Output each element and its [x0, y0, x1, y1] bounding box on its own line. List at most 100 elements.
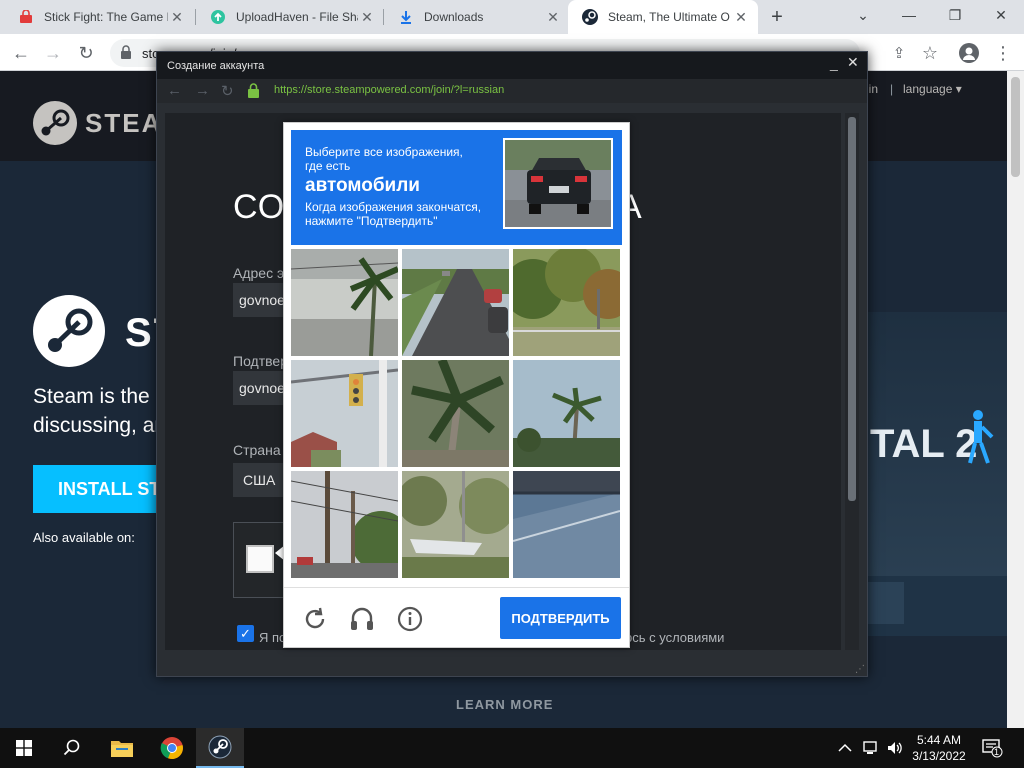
- boat-tile[interactable]: [402, 471, 509, 578]
- palm-sky-tile[interactable]: [513, 360, 620, 467]
- portal-banner-text: TAL 2: [870, 422, 978, 466]
- palm-tree-tile[interactable]: [402, 360, 509, 467]
- popup-back-icon[interactable]: ←: [167, 82, 182, 99]
- popup-forward-icon[interactable]: →: [195, 82, 210, 99]
- tab-title: Stick Fight: The Game I: [44, 10, 168, 24]
- volume-icon[interactable]: [886, 728, 904, 768]
- header-separator: |: [890, 82, 894, 96]
- fence-road-tile[interactable]: [513, 471, 620, 578]
- popup-lock-icon: [247, 83, 260, 103]
- restore-icon[interactable]: ❐: [932, 0, 978, 30]
- power-poles-tile[interactable]: [291, 471, 398, 578]
- country-label: Страна: [233, 442, 281, 458]
- new-tab-button[interactable]: +: [765, 6, 789, 28]
- email-label: Адрес э: [233, 265, 285, 281]
- tab-search-icon[interactable]: ⌄: [840, 0, 886, 30]
- popup-scrollbar[interactable]: [845, 113, 859, 650]
- hero-tagline: Steam is the u: [33, 385, 168, 408]
- steam-logo-icon: [33, 101, 77, 145]
- page-scrollbar[interactable]: [1007, 71, 1024, 728]
- challenge-subtext: Когда изображения закончатся, нажмите "П…: [305, 200, 482, 228]
- notification-icon[interactable]: 1: [982, 728, 1004, 768]
- audio-icon[interactable]: [348, 605, 376, 633]
- close-tab-icon[interactable]: ✕: [358, 8, 376, 26]
- close-tab-icon[interactable]: ✕: [544, 8, 562, 26]
- bookmark-star-icon[interactable]: ☆: [917, 40, 943, 66]
- steam-logo-text: STEA: [85, 107, 163, 138]
- agree-checkbox[interactable]: ✓: [237, 625, 254, 642]
- popup-title-bar[interactable]: Создание аккаунта: [157, 52, 867, 79]
- popup-close-icon[interactable]: ✕: [847, 54, 859, 71]
- language-dropdown[interactable]: language ▾: [903, 82, 962, 96]
- tray-chevron-icon[interactable]: [838, 728, 852, 768]
- cloud-upload-icon: [210, 9, 226, 25]
- verify-button[interactable]: ПОДТВЕРДИТЬ: [500, 597, 621, 639]
- confirm-email-label: Подтвер: [233, 353, 288, 369]
- chrome-icon[interactable]: [148, 728, 196, 768]
- reload-icon[interactable]: [301, 605, 329, 633]
- notification-count: 1: [994, 747, 1000, 757]
- network-icon[interactable]: [862, 728, 880, 768]
- resize-grip-icon[interactable]: ⋰: [855, 664, 865, 675]
- popup-url: https://store.steampowered.com/join/?l=r…: [274, 84, 505, 96]
- popup-title: Создание аккаунта: [167, 59, 265, 72]
- menu-icon[interactable]: ⋮: [990, 40, 1016, 66]
- steam-hero-logo-icon: [33, 295, 105, 372]
- download-icon: [398, 9, 414, 25]
- recaptcha-checkbox[interactable]: [246, 545, 274, 573]
- portal-banner-lower: [866, 576, 1007, 636]
- popup-minimize-icon[interactable]: _: [830, 55, 838, 71]
- traffic-light-tile[interactable]: [291, 360, 398, 467]
- road-palm-tile[interactable]: [291, 249, 398, 356]
- start-icon[interactable]: [0, 728, 48, 768]
- tab-uploadhaven[interactable]: UploadHaven - File Sha ✕: [196, 0, 384, 34]
- clock-time: 5:44 AM: [916, 733, 962, 747]
- portal-figure-icon: [968, 410, 994, 464]
- lock-icon: [120, 45, 132, 62]
- hero-tagline: discussing, ar: [33, 414, 162, 437]
- popup-reload-icon[interactable]: ↻: [221, 82, 234, 100]
- taskbar: 5:44 AM 3/13/2022 1: [0, 728, 1024, 768]
- file-explorer-icon[interactable]: [98, 728, 146, 768]
- tab-downloads[interactable]: Downloads ✕: [384, 0, 570, 34]
- agree-text-end: рсь с условиями: [625, 630, 725, 645]
- share-icon[interactable]: ⇪: [886, 40, 912, 66]
- red-bag-icon: [18, 9, 34, 25]
- trees-tile[interactable]: [513, 249, 620, 356]
- language-label: language: [903, 82, 953, 96]
- portal-2-banner[interactable]: TAL 2: [866, 312, 1007, 576]
- also-available-label: Also available on:: [33, 530, 135, 545]
- search-icon[interactable]: [48, 728, 96, 768]
- caret-down-icon: ▾: [955, 82, 962, 96]
- install-steam-button[interactable]: INSTALL ST: [33, 465, 173, 513]
- profile-icon[interactable]: [956, 40, 982, 66]
- tab-title: Steam, The Ultimate O: [608, 10, 730, 24]
- reload-icon[interactable]: ↻: [73, 40, 99, 66]
- close-tab-icon[interactable]: ✕: [168, 8, 186, 26]
- challenge-target: автомобили: [305, 175, 420, 196]
- sample-car-image: [503, 138, 613, 229]
- challenge-header: Выберите все изображения, где есть автом…: [291, 130, 622, 245]
- steam-logo[interactable]: STEA: [33, 101, 162, 145]
- steam-icon: [582, 9, 598, 25]
- close-tab-icon[interactable]: ✕: [732, 8, 750, 26]
- road-cars-tile[interactable]: [402, 249, 509, 356]
- form-title: СО: [233, 188, 286, 226]
- info-icon[interactable]: [396, 605, 424, 633]
- tab-title: Downloads: [424, 10, 484, 24]
- recaptcha-challenge: Выберите все изображения, где есть автом…: [283, 122, 630, 648]
- forward-icon[interactable]: →: [40, 40, 66, 66]
- learn-more-link[interactable]: LEARN MORE: [456, 697, 553, 712]
- minimize-icon[interactable]: —: [886, 0, 932, 30]
- popup-nav-bar: ← → ↻ https://store.steampowered.com/joi…: [157, 79, 867, 103]
- steam-taskbar-icon[interactable]: [196, 728, 244, 768]
- tab-strip: Stick Fight: The Game I ✕ UploadHaven - …: [0, 0, 1024, 34]
- back-icon[interactable]: ←: [8, 40, 34, 66]
- challenge-footer-divider: [284, 587, 629, 588]
- system-clock[interactable]: 5:44 AM 3/13/2022: [905, 732, 973, 764]
- challenge-grid: [291, 249, 622, 580]
- close-window-icon[interactable]: ✕: [978, 0, 1024, 30]
- tab-steam[interactable]: Steam, The Ultimate O ✕: [568, 0, 758, 34]
- clock-date: 3/13/2022: [912, 749, 966, 763]
- tab-stick-fight[interactable]: Stick Fight: The Game I ✕: [4, 0, 194, 34]
